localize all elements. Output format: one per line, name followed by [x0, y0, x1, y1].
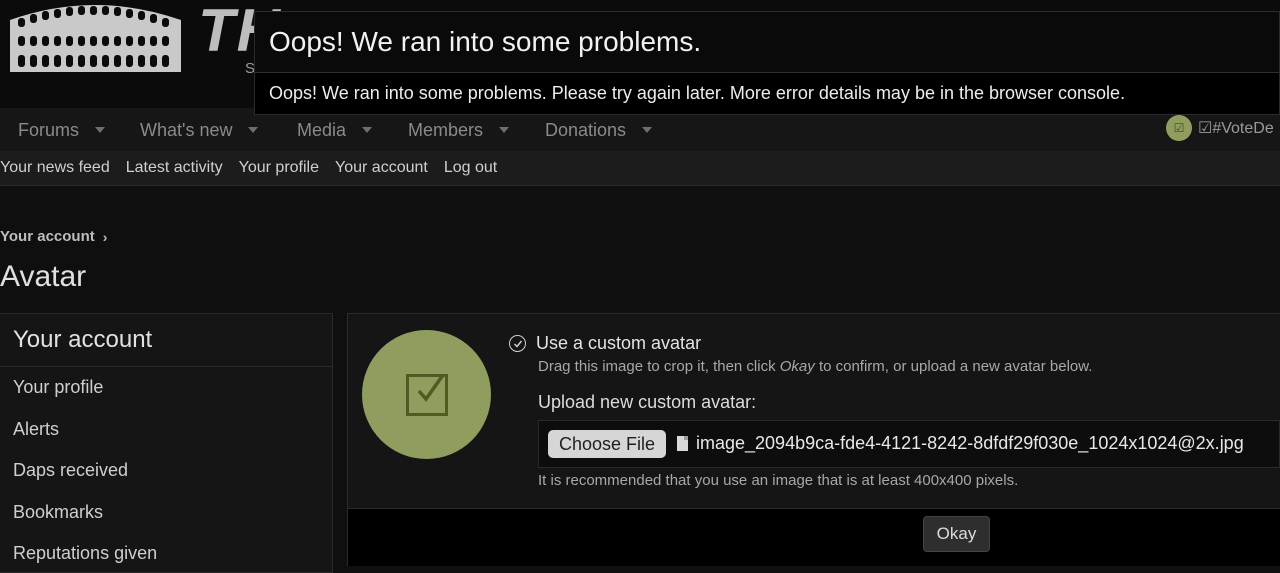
selected-file-name: image_2094b9ca-fde4-4121-8242-8dfdf29f03… — [696, 433, 1244, 453]
chevron-down-icon[interactable] — [499, 126, 510, 133]
nav-item-forums[interactable]: Forums — [18, 108, 106, 151]
username-label: ☑#VoteDe — [1198, 120, 1274, 137]
sub-nav: Your news feed Latest activity Your prof… — [0, 151, 1280, 186]
sidebar-item-reputations-given[interactable]: Reputations given — [13, 543, 157, 564]
check-circle-icon[interactable] — [509, 335, 526, 352]
chevron-down-icon[interactable] — [248, 126, 259, 133]
nav-user-link[interactable]: ☑ ☑#VoteDe — [1166, 115, 1274, 141]
error-header: Oops! We ran into some problems. — [255, 12, 1279, 73]
avatar-preview[interactable] — [362, 330, 491, 459]
nav-item-label: What's new — [140, 119, 233, 140]
subnav-log-out[interactable]: Log out — [444, 159, 497, 177]
hint-text-pre: Drag this image to crop it, then click — [538, 358, 780, 375]
sidebar-item-your-profile[interactable]: Your profile — [13, 377, 103, 398]
size-recommendation: It is recommended that you use an image … — [538, 472, 1019, 489]
hint-text-okay: Okay — [779, 358, 815, 375]
error-title: Oops! We ran into some problems. — [269, 26, 702, 57]
breadcrumb: Your account › — [0, 228, 107, 245]
chevron-down-icon[interactable] — [95, 126, 106, 133]
breadcrumb-your-account[interactable]: Your account — [0, 228, 95, 245]
account-sidebar: Your account Your profile Alerts Daps re… — [0, 313, 333, 573]
subnav-your-profile[interactable]: Your profile — [239, 159, 319, 177]
crop-hint: Drag this image to crop it, then click O… — [538, 358, 1092, 375]
custom-avatar-option[interactable]: Use a custom avatar — [509, 333, 701, 354]
chevron-down-icon[interactable] — [362, 126, 373, 133]
sidebar-item-alerts[interactable]: Alerts — [13, 419, 59, 440]
chevron-down-icon[interactable] — [642, 126, 653, 133]
panel-footer — [348, 508, 1280, 566]
chevron-right-icon: › — [102, 228, 108, 245]
error-message: Oops! We ran into some problems. Please … — [269, 83, 1126, 103]
coliseum-logo-icon[interactable] — [8, 0, 183, 75]
subnav-news-feed[interactable]: Your news feed — [0, 159, 110, 177]
sidebar-title: Your account — [13, 326, 153, 353]
file-icon — [677, 436, 688, 451]
subnav-latest-activity[interactable]: Latest activity — [126, 159, 223, 177]
page-title: Avatar — [0, 260, 87, 293]
custom-avatar-label: Use a custom avatar — [536, 333, 702, 353]
sidebar-item-daps-received[interactable]: Daps received — [13, 460, 128, 481]
divider — [0, 366, 333, 367]
okay-button[interactable]: Okay — [923, 516, 990, 552]
error-overlay: Oops! We ran into some problems. Oops! W… — [254, 11, 1280, 115]
sidebar-item-bookmarks[interactable]: Bookmarks — [13, 502, 103, 523]
upload-label: Upload new custom avatar: — [538, 392, 757, 412]
choose-file-button[interactable]: Choose File — [548, 430, 666, 458]
checkbox-icon — [405, 373, 448, 416]
hint-text-post: to confirm, or upload a new avatar below… — [814, 358, 1093, 375]
avatar[interactable]: ☑ — [1166, 115, 1192, 141]
subnav-your-account[interactable]: Your account — [335, 159, 428, 177]
nav-item-whats-new[interactable]: What's new — [140, 108, 259, 151]
nav-item-label: Forums — [18, 119, 80, 140]
